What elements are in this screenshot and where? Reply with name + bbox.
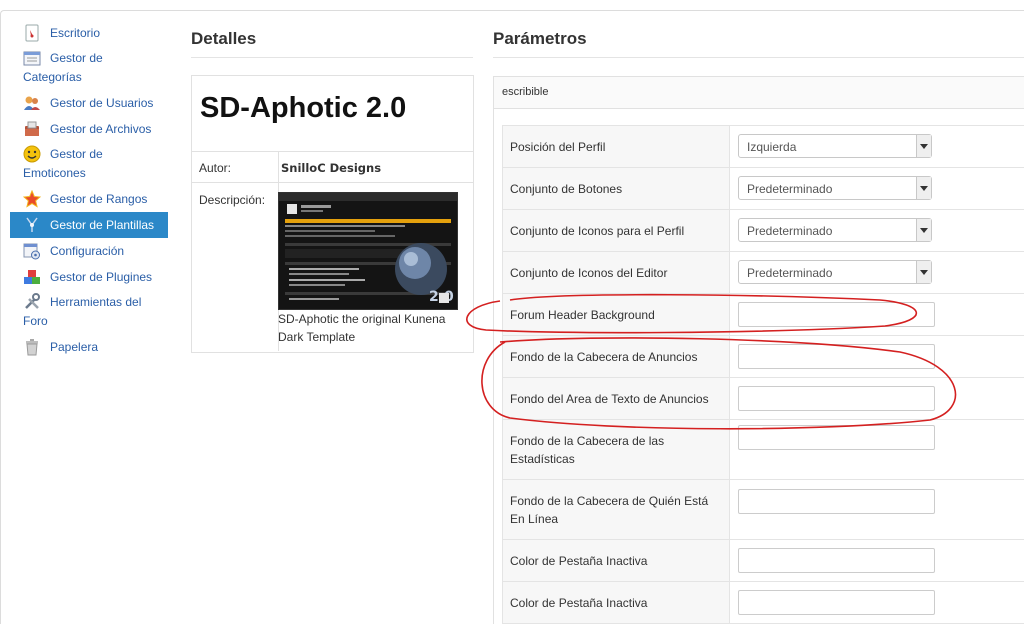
sidebar-item-archivos[interactable]: Gestor de Archivos (10, 116, 168, 142)
sidebar-item-usuarios[interactable]: Gestor de Usuarios (10, 90, 168, 116)
param-value-cell (729, 336, 1024, 377)
chevron-down-icon[interactable] (916, 261, 931, 283)
chevron-down-icon[interactable] (916, 219, 931, 241)
param-value-cell: Predeterminado (729, 210, 1024, 251)
param-label: Color de Pestaña Inactiva (510, 596, 648, 610)
files-icon (23, 120, 41, 138)
param-value-cell (729, 294, 1024, 335)
iconos-editor-select[interactable]: Predeterminado (738, 260, 932, 284)
sidebar-item-plugines[interactable]: Gestor de Plugines (10, 264, 168, 290)
users-icon (23, 94, 41, 112)
parameters-header: escribible (494, 77, 1024, 109)
param-label: Fondo de la Cabecera de las Estadísticas (510, 434, 665, 466)
description-label: Descripción: (199, 193, 266, 207)
param-row-posicion-perfil: Posición del Perfil Izquierda (503, 126, 1024, 168)
iconos-perfil-select[interactable]: Predeterminado (738, 218, 932, 242)
texto-anuncios-input[interactable] (738, 386, 935, 411)
parameters-divider (493, 57, 1024, 58)
sidebar-item-rangos[interactable]: Gestor de Rangos (10, 186, 168, 212)
param-value-cell (729, 582, 1024, 623)
dashboard-icon (23, 24, 41, 42)
select-value: Predeterminado (747, 266, 833, 280)
sidebar-menu: Escritorio Gestor de Categorías Gestor d… (10, 20, 168, 360)
param-row-conjunto-botones: Conjunto de Botones Predeterminado (503, 168, 1024, 210)
details-panel: SD-Aphotic 2.0 Autor: SnilloC Designs De… (191, 75, 474, 353)
param-value-cell: Predeterminado (729, 168, 1024, 209)
categories-icon (23, 49, 41, 67)
forum-header-bg-input[interactable] (738, 302, 935, 327)
conjunto-botones-select[interactable]: Predeterminado (738, 176, 932, 200)
templates-icon (23, 216, 41, 234)
author-value: SnilloC Designs (281, 161, 382, 175)
parameters-title: Parámetros (493, 29, 587, 48)
param-value-cell (729, 378, 1024, 419)
parameters-table: Posición del Perfil Izquierda Conjunto d… (502, 125, 1024, 624)
param-row-iconos-editor: Conjunto de Iconos del Editor Predetermi… (503, 252, 1024, 294)
param-label: Posición del Perfil (510, 140, 606, 154)
parameters-panel: escribible Posición del Perfil Izquierda… (493, 76, 1024, 624)
param-row-iconos-perfil: Conjunto de Iconos para el Perfil Predet… (503, 210, 1024, 252)
sidebar-item-configuracion[interactable]: Configuración (10, 238, 168, 264)
sidebar-item-plantillas[interactable]: Gestor de Plantillas (10, 212, 168, 238)
sidebar-item-escritorio[interactable]: Escritorio (10, 20, 168, 46)
param-label: Conjunto de Iconos para el Perfil (510, 224, 685, 238)
param-value-cell (729, 420, 1024, 479)
param-label: Color de Pestaña Inactiva (510, 554, 648, 568)
param-value-cell (729, 540, 1024, 581)
sidebar-item-papelera[interactable]: Papelera (10, 334, 168, 360)
chevron-down-icon[interactable] (916, 135, 931, 157)
param-row-pestana-inactiva: Color de Pestaña Inactiva (503, 540, 1024, 582)
select-value: Izquierda (747, 140, 797, 154)
chevron-down-icon[interactable] (916, 177, 931, 199)
param-value-cell: Predeterminado (729, 252, 1024, 293)
plugins-icon (23, 268, 41, 286)
template-preview-image: 2.0 (278, 192, 458, 310)
divider (192, 151, 473, 152)
param-label: Fondo de la Cabecera de Quién Está En Lí… (510, 494, 709, 526)
cabecera-anuncios-input[interactable] (738, 344, 935, 369)
quien-esta-en-linea-input[interactable] (738, 489, 935, 514)
param-row-texto-anuncios: Fondo del Area de Texto de Anuncios (503, 378, 1024, 420)
sidebar-item-herramientas[interactable]: Herramientas del Foro (10, 290, 168, 334)
param-label: Fondo de la Cabecera de Anuncios (510, 350, 698, 364)
settings-icon (23, 242, 41, 260)
param-row-pestana-inactiva-2: Color de Pestaña Inactiva (503, 582, 1024, 624)
trash-icon (23, 338, 41, 356)
param-label: Forum Header Background (510, 308, 655, 322)
select-value: Predeterminado (747, 182, 833, 196)
description-value: SD-Aphotic the original Kunena Dark Temp… (278, 312, 446, 344)
tools-icon (23, 292, 41, 311)
param-row-forum-header-bg: Forum Header Background (503, 294, 1024, 336)
pestana-inactiva-input[interactable] (738, 548, 935, 573)
param-label: Conjunto de Iconos del Editor (510, 266, 668, 280)
writable-status: escribible (502, 86, 549, 98)
pestana-inactiva-2-input[interactable] (738, 590, 935, 615)
sidebar-item-emoticones[interactable]: Gestor de Emoticones (10, 142, 168, 186)
param-row-quien-esta-en-linea: Fondo de la Cabecera de Quién Está En Lí… (503, 480, 1024, 540)
smiley-icon (23, 145, 41, 163)
param-label: Conjunto de Botones (510, 182, 623, 196)
details-divider (191, 57, 473, 58)
param-value-cell (729, 480, 1024, 539)
posicion-perfil-select[interactable]: Izquierda (738, 134, 932, 158)
param-row-cabecera-estadisticas: Fondo de la Cabecera de las Estadísticas (503, 420, 1024, 480)
divider (192, 182, 473, 183)
author-label: Autor: (199, 161, 232, 175)
details-title: Detalles (191, 29, 257, 48)
param-row-cabecera-anuncios: Fondo de la Cabecera de Anuncios (503, 336, 1024, 378)
star-icon (22, 189, 42, 208)
param-value-cell: Izquierda (729, 126, 1024, 167)
select-value: Predeterminado (747, 224, 833, 238)
param-label: Fondo del Area de Texto de Anuncios (510, 392, 709, 406)
sidebar-item-categorias[interactable]: Gestor de Categorías (10, 46, 168, 90)
cabecera-estadisticas-input[interactable] (738, 425, 935, 450)
template-name: SD-Aphotic 2.0 (200, 92, 407, 124)
